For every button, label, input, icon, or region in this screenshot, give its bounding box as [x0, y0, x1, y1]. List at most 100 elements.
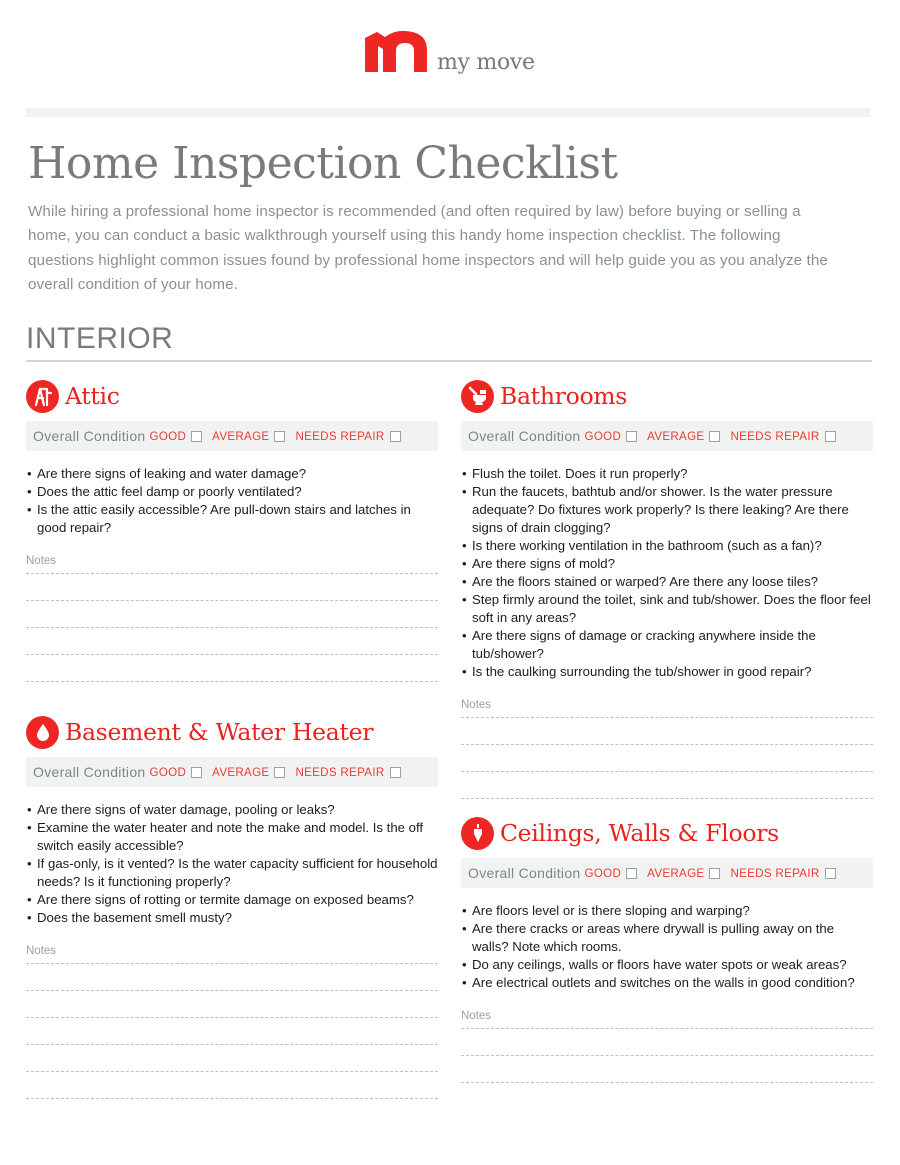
card-bathrooms: Bathrooms Overall Condition GOOD AVERAGE N… [461, 378, 873, 799]
notes-line[interactable] [26, 1098, 438, 1099]
overall-condition-label: Overall Condition [33, 764, 146, 780]
condition-option-good[interactable]: GOOD [150, 766, 203, 779]
condition-checkbox[interactable] [191, 430, 203, 442]
condition-option-label: AVERAGE [647, 866, 705, 880]
condition-checkbox[interactable] [274, 430, 286, 442]
notes-line-space[interactable] [461, 718, 873, 744]
notes-area[interactable] [461, 717, 873, 799]
notes-line-space[interactable] [26, 1018, 438, 1044]
notes-line-space[interactable] [461, 745, 873, 771]
card-title: Attic [65, 382, 120, 410]
notes-line-space[interactable] [26, 628, 438, 654]
notes-line-space[interactable] [26, 574, 438, 600]
condition-checkbox[interactable] [626, 430, 638, 442]
question-item: Are there signs of leaking and water dam… [26, 465, 438, 483]
stepladder-icon [26, 379, 59, 413]
question-item: Is the attic easily accessible? Are pull… [26, 501, 438, 537]
notes-line[interactable] [26, 681, 438, 682]
condition-option-average[interactable]: AVERAGE [212, 766, 286, 779]
overall-condition-bar: Overall Condition GOOD AVERAGE NEEDS REPAI… [461, 858, 873, 888]
notes-line-space[interactable] [26, 601, 438, 627]
condition-option-label: GOOD [149, 429, 187, 443]
question-item: Are floors level or is there sloping and… [461, 902, 873, 920]
condition-checkbox[interactable] [626, 867, 638, 879]
section-divider [26, 360, 872, 362]
condition-option-label: AVERAGE [212, 429, 270, 443]
intro-paragraph: While hiring a professional home inspect… [28, 203, 828, 293]
overall-condition-bar: Overall Condition GOOD AVERAGE NEEDS REPAI… [26, 421, 438, 451]
toilet-icon [461, 379, 494, 413]
section-heading-interior: INTERIOR [26, 322, 174, 355]
card-title: Basement & Water Heater [65, 718, 374, 746]
question-item: Does the basement smell musty? [26, 909, 438, 927]
card-header: Bathrooms [461, 378, 873, 414]
condition-checkbox[interactable] [191, 766, 203, 778]
condition-option-good[interactable]: GOOD [150, 430, 203, 443]
condition-option-needs-repair[interactable]: NEEDS REPAIR [730, 429, 836, 443]
notes-area[interactable] [26, 573, 438, 682]
notes-line-space[interactable] [26, 991, 438, 1017]
overall-condition-label: Overall Condition [468, 865, 581, 881]
condition-option-average[interactable]: AVERAGE [647, 429, 721, 443]
notes-label: Notes [26, 555, 57, 567]
notes-line-space[interactable] [461, 1056, 873, 1082]
notes-line-space[interactable] [26, 655, 438, 681]
condition-option-label: NEEDS REPAIR [295, 765, 385, 779]
condition-option-label: GOOD [149, 765, 187, 779]
condition-checkbox[interactable] [709, 867, 721, 879]
notes-area[interactable] [461, 1028, 873, 1083]
condition-option-good[interactable]: GOOD [585, 867, 638, 880]
condition-checkbox[interactable] [824, 867, 836, 879]
card-basement: Basement & Water Heater Overall Conditio… [26, 714, 438, 1099]
question-item: Are there signs of rotting or termite da… [26, 891, 438, 909]
question-item: Is there working ventilation in the bath… [461, 537, 873, 555]
overall-condition-bar: Overall Condition GOOD AVERAGE NEEDS REPAI… [26, 757, 438, 787]
notes-line-space[interactable] [26, 964, 438, 990]
condition-checkbox[interactable] [824, 430, 836, 442]
notes-line[interactable] [461, 1082, 873, 1083]
card-title: Bathrooms [500, 382, 628, 410]
condition-option-label: NEEDS REPAIR [730, 429, 820, 443]
card-header: Ceilings, Walls & Floors [461, 815, 873, 851]
page-title: Home Inspection Checklist [28, 138, 618, 189]
question-item: Does the attic feel damp or poorly venti… [26, 483, 438, 501]
condition-checkbox[interactable] [274, 766, 286, 778]
notes-line-space[interactable] [461, 772, 873, 798]
condition-checkbox[interactable] [389, 430, 401, 442]
condition-option-label: GOOD [584, 866, 622, 880]
condition-checkbox[interactable] [709, 430, 721, 442]
question-item: If gas-only, is it vented? Is the water … [26, 855, 438, 891]
condition-option-average[interactable]: AVERAGE [647, 866, 721, 880]
notes-line-space[interactable] [26, 1045, 438, 1071]
overall-condition-label: Overall Condition [33, 428, 146, 444]
condition-checkbox[interactable] [389, 766, 401, 778]
question-list: Are there signs of water damage, pooling… [26, 801, 438, 927]
brand-name: my move [437, 50, 535, 75]
question-item: Do any ceilings, walls or floors have wa… [461, 956, 873, 974]
card-title: Ceilings, Walls & Floors [500, 819, 779, 847]
condition-option-label: AVERAGE [647, 429, 705, 443]
condition-option-label: GOOD [584, 429, 622, 443]
notes-area[interactable] [26, 963, 438, 1099]
question-item: Are there cracks or areas where drywall … [461, 920, 873, 956]
condition-option-needs-repair[interactable]: NEEDS REPAIR [730, 867, 836, 880]
question-item: Step firmly around the toilet, sink and … [461, 591, 873, 627]
question-item: Are there signs of water damage, pooling… [26, 801, 438, 819]
condition-option-label: NEEDS REPAIR [295, 429, 385, 443]
question-list: Are there signs of leaking and water dam… [26, 465, 438, 537]
notes-line-space[interactable] [461, 1029, 873, 1055]
card-header: Attic [26, 378, 438, 414]
question-item: Are there signs of damage or cracking an… [461, 627, 873, 663]
condition-option-needs-repair[interactable]: NEEDS REPAIR [295, 765, 401, 779]
overall-condition-label: Overall Condition [468, 428, 581, 444]
condition-option-needs-repair[interactable]: NEEDS REPAIR [295, 429, 401, 443]
condition-option-good[interactable]: GOOD [585, 430, 638, 443]
question-list: Are floors level or is there sloping and… [461, 902, 873, 992]
question-list: Flush the toilet. Does it run properly?R… [461, 465, 873, 681]
header-divider-band [26, 108, 870, 117]
notes-line-space[interactable] [26, 1072, 438, 1098]
question-item: Flush the toilet. Does it run properly? [461, 465, 873, 483]
condition-option-average[interactable]: AVERAGE [212, 429, 286, 443]
card-attic: Attic Overall Condition GOOD AVERAGE NEEDS… [26, 378, 438, 682]
notes-line[interactable] [461, 798, 873, 799]
